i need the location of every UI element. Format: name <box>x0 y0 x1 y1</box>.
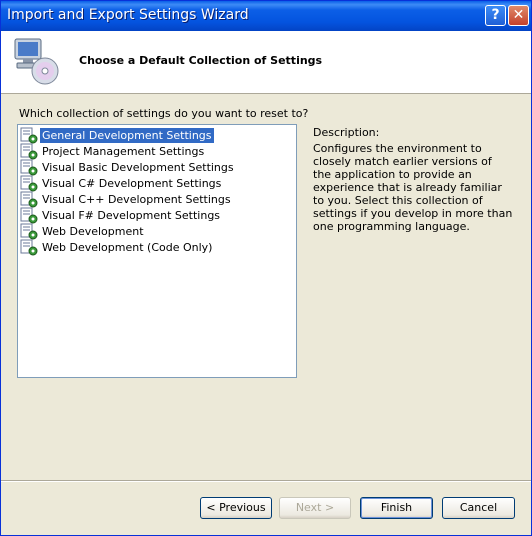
wizard-window: Import and Export Settings Wizard ? ✕ Ch… <box>0 0 532 536</box>
settings-file-icon <box>20 207 38 224</box>
settings-file-icon <box>20 159 38 176</box>
list-item-web-development-code-only[interactable]: Web Development (Code Only) <box>20 239 214 256</box>
list-item-visual-fsharp[interactable]: Visual F# Development Settings <box>20 207 222 224</box>
settings-file-icon <box>20 127 38 144</box>
list-item-label: Web Development (Code Only) <box>42 241 213 254</box>
window-title: Import and Export Settings Wizard <box>7 7 249 23</box>
help-button[interactable]: ? <box>485 5 506 26</box>
finish-button[interactable]: Finish <box>360 497 433 519</box>
computer-disc-icon <box>14 38 59 85</box>
settings-file-icon <box>20 191 38 208</box>
list-item-label: Visual C# Development Settings <box>42 177 222 190</box>
settings-listbox[interactable]: General Development Settings Project Man… <box>17 124 297 378</box>
page-title: Choose a Default Collection of Settings <box>79 54 323 67</box>
list-item-visual-cpp[interactable]: Visual C++ Development Settings <box>20 191 233 208</box>
previous-button[interactable]: < Previous <box>200 497 272 519</box>
list-item-label: Project Management Settings <box>42 145 205 158</box>
description-text: Configures the environment to closely ma… <box>313 142 513 233</box>
title-bar[interactable]: Import and Export Settings Wizard ? ✕ <box>1 1 531 31</box>
settings-file-icon <box>20 175 38 192</box>
list-item-visual-csharp[interactable]: Visual C# Development Settings <box>20 175 223 192</box>
list-item-label: Visual F# Development Settings <box>42 209 221 222</box>
description-heading: Description: <box>313 126 380 139</box>
close-button[interactable]: ✕ <box>508 5 529 26</box>
list-item-label: General Development Settings <box>39 127 215 144</box>
cancel-button[interactable]: Cancel <box>442 497 515 519</box>
list-item-label: Visual Basic Development Settings <box>42 161 234 174</box>
list-item-web-development[interactable]: Web Development <box>20 223 146 240</box>
settings-file-icon <box>20 239 38 256</box>
list-item-label: Visual C++ Development Settings <box>42 193 231 206</box>
footer-divider <box>1 480 531 482</box>
settings-file-icon <box>20 143 38 160</box>
settings-prompt: Which collection of settings do you want… <box>19 107 309 120</box>
next-button[interactable]: Next > <box>279 497 351 519</box>
wizard-header: Choose a Default Collection of Settings <box>1 31 531 94</box>
list-item-project-management[interactable]: Project Management Settings <box>20 143 206 160</box>
list-item-visual-basic[interactable]: Visual Basic Development Settings <box>20 159 236 176</box>
list-item-label: Web Development <box>42 225 144 238</box>
settings-file-icon <box>20 223 38 240</box>
list-item-general[interactable]: General Development Settings <box>20 127 215 144</box>
